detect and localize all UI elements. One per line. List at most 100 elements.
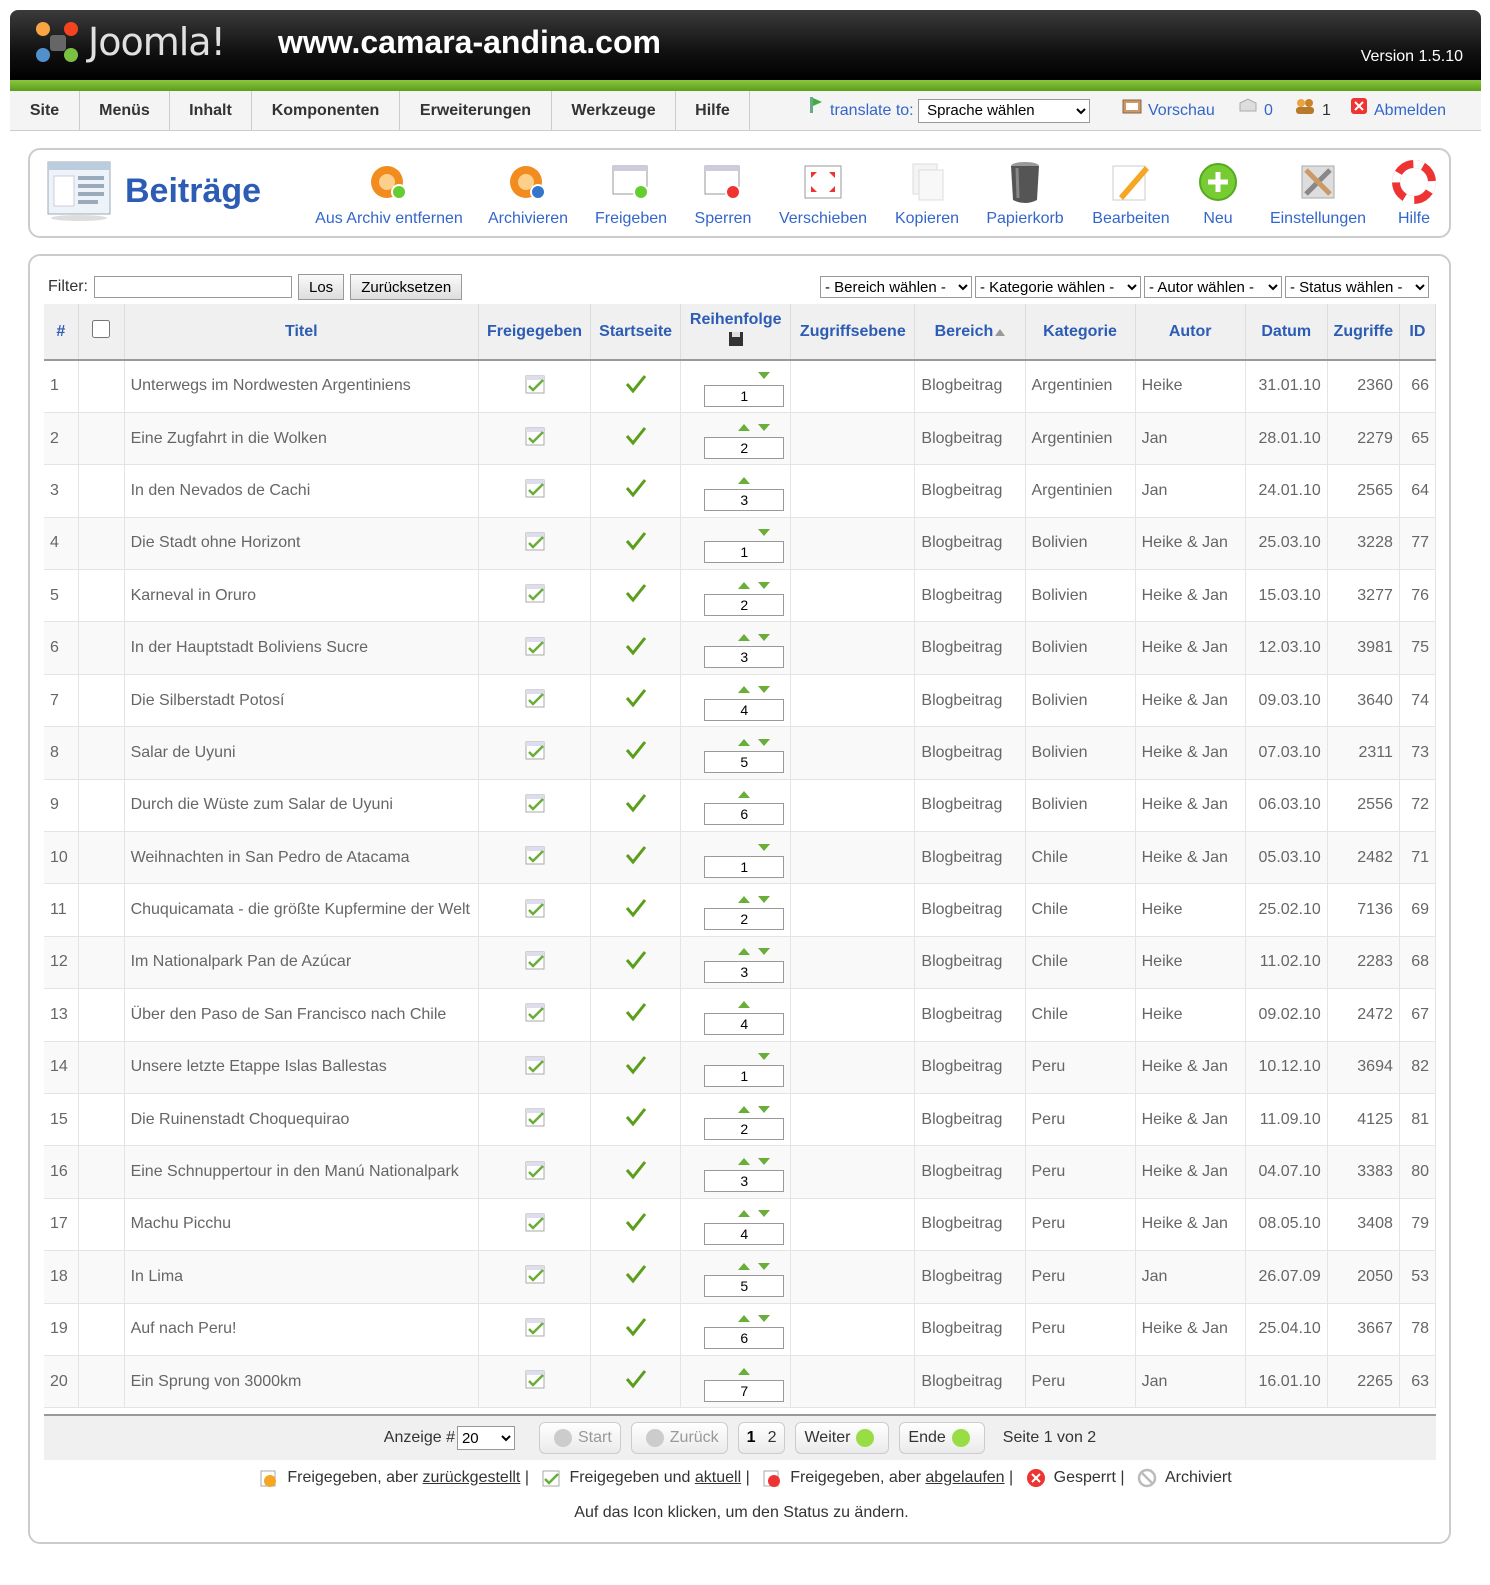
published-toggle[interactable] bbox=[478, 569, 592, 623]
section-link[interactable]: Blogbeitrag bbox=[914, 569, 1026, 623]
author-link[interactable]: Heike & Jan bbox=[1135, 674, 1246, 728]
order-down-icon[interactable] bbox=[758, 1210, 771, 1218]
order-input[interactable]: 2 bbox=[704, 1117, 785, 1140]
article-title-link[interactable]: Weihnachten in San Pedro de Atacama bbox=[124, 831, 479, 885]
author-link[interactable]: Heike bbox=[1135, 360, 1246, 413]
users-online[interactable]: 1 bbox=[1294, 91, 1331, 131]
category-filter-select[interactable]: - Kategorie wählen - bbox=[975, 276, 1141, 298]
frontpage-toggle[interactable] bbox=[590, 1303, 682, 1356]
col-frontpage[interactable]: Startseite bbox=[590, 304, 682, 361]
order-input[interactable]: 1 bbox=[704, 384, 785, 407]
published-toggle[interactable] bbox=[478, 1041, 592, 1094]
published-toggle[interactable] bbox=[478, 1303, 592, 1356]
order-input[interactable]: 6 bbox=[704, 1327, 785, 1350]
author-link[interactable]: Heike & Jan bbox=[1135, 1198, 1246, 1252]
category-link[interactable]: Bolivien bbox=[1025, 517, 1136, 571]
article-title-link[interactable]: Eine Schnuppertour in den Manú Nationalp… bbox=[124, 1145, 479, 1199]
author-link[interactable]: Jan bbox=[1135, 1355, 1246, 1409]
category-link[interactable]: Bolivien bbox=[1025, 726, 1136, 780]
section-link[interactable]: Blogbeitrag bbox=[914, 621, 1026, 675]
section-link[interactable]: Blogbeitrag bbox=[914, 1198, 1026, 1252]
author-link[interactable]: Heike & Jan bbox=[1135, 726, 1246, 780]
section-link[interactable]: Blogbeitrag bbox=[914, 464, 1026, 518]
order-up-icon[interactable] bbox=[738, 424, 751, 432]
col-author[interactable]: Autor bbox=[1135, 304, 1246, 361]
copy-button[interactable]: Kopieren bbox=[892, 158, 962, 228]
article-title-link[interactable]: Karneval in Oruro bbox=[124, 569, 479, 623]
col-access[interactable]: Zugriffsebene bbox=[790, 304, 916, 361]
help-button[interactable]: Hilfe bbox=[1392, 158, 1436, 228]
published-toggle[interactable] bbox=[478, 1250, 592, 1304]
order-input[interactable]: 4 bbox=[704, 1013, 785, 1035]
section-link[interactable]: Blogbeitrag bbox=[914, 726, 1026, 780]
category-link[interactable]: Chile bbox=[1025, 936, 1136, 990]
section-link[interactable]: Blogbeitrag bbox=[914, 1303, 1026, 1356]
published-toggle[interactable] bbox=[478, 1093, 592, 1147]
frontpage-toggle[interactable] bbox=[590, 464, 682, 518]
order-up-icon[interactable] bbox=[738, 1000, 751, 1008]
frontpage-toggle[interactable] bbox=[590, 883, 682, 937]
published-toggle[interactable] bbox=[478, 1198, 592, 1252]
select-all-checkbox[interactable] bbox=[92, 320, 111, 338]
move-button[interactable]: Verschieben bbox=[776, 158, 870, 228]
category-link[interactable]: Argentinien bbox=[1025, 360, 1136, 413]
order-down-icon[interactable] bbox=[758, 1157, 771, 1165]
order-down-icon[interactable] bbox=[758, 843, 771, 851]
trash-button[interactable]: Papierkorb bbox=[984, 158, 1066, 228]
filter-reset-button[interactable]: Zurücksetzen bbox=[350, 274, 463, 300]
category-link[interactable]: Bolivien bbox=[1025, 674, 1136, 728]
section-link[interactable]: Blogbeitrag bbox=[914, 674, 1026, 728]
author-link[interactable]: Heike & Jan bbox=[1135, 1145, 1246, 1199]
order-up-icon[interactable] bbox=[738, 476, 751, 484]
unpublish-button[interactable]: Sperren bbox=[690, 158, 756, 228]
article-title-link[interactable]: Eine Zugfahrt in die Wolken bbox=[124, 412, 479, 466]
article-title-link[interactable]: Salar de Uyuni bbox=[124, 726, 479, 780]
order-up-icon[interactable] bbox=[738, 895, 751, 903]
published-toggle[interactable] bbox=[478, 517, 592, 571]
category-link[interactable]: Argentinien bbox=[1025, 464, 1136, 518]
order-input[interactable]: 6 bbox=[704, 803, 785, 826]
category-link[interactable]: Peru bbox=[1025, 1303, 1136, 1356]
category-link[interactable]: Peru bbox=[1025, 1041, 1136, 1094]
edit-button[interactable]: Bearbeiten bbox=[1088, 158, 1174, 228]
order-up-icon[interactable] bbox=[738, 791, 751, 799]
article-title-link[interactable]: Auf nach Peru! bbox=[124, 1303, 479, 1356]
archive-button[interactable]: Archivieren bbox=[482, 158, 574, 228]
display-limit-select[interactable]: 20 bbox=[456, 1426, 515, 1450]
order-input[interactable]: 3 bbox=[704, 646, 785, 669]
frontpage-toggle[interactable] bbox=[590, 1250, 682, 1304]
messages-count[interactable]: 0 bbox=[1238, 91, 1273, 131]
article-title-link[interactable]: Die Stadt ohne Horizont bbox=[124, 517, 479, 571]
col-id[interactable]: ID bbox=[1399, 304, 1437, 361]
published-toggle[interactable] bbox=[478, 988, 592, 1042]
published-toggle[interactable] bbox=[478, 726, 592, 780]
col-hits[interactable]: Zugriffe bbox=[1327, 304, 1400, 361]
preview-link[interactable]: Vorschau bbox=[1122, 91, 1215, 131]
order-up-icon[interactable] bbox=[738, 1157, 751, 1165]
section-link[interactable]: Blogbeitrag bbox=[914, 779, 1026, 833]
order-down-icon[interactable] bbox=[758, 581, 771, 589]
frontpage-toggle[interactable] bbox=[590, 569, 682, 623]
author-link[interactable]: Jan bbox=[1135, 412, 1246, 466]
logout-link[interactable]: Abmelden bbox=[1350, 91, 1446, 131]
author-link[interactable]: Heike bbox=[1135, 936, 1246, 990]
order-up-icon[interactable] bbox=[738, 948, 751, 956]
col-section[interactable]: Bereich bbox=[914, 304, 1026, 361]
order-up-icon[interactable] bbox=[738, 738, 751, 746]
author-link[interactable]: Heike & Jan bbox=[1135, 621, 1246, 675]
frontpage-toggle[interactable] bbox=[590, 936, 682, 990]
page-prev-button[interactable]: Zurück bbox=[630, 1422, 728, 1454]
article-title-link[interactable]: Im Nationalpark Pan de Azúcar bbox=[124, 936, 479, 990]
frontpage-toggle[interactable] bbox=[590, 674, 682, 728]
frontpage-toggle[interactable] bbox=[590, 726, 682, 780]
order-input[interactable]: 2 bbox=[704, 593, 785, 616]
section-link[interactable]: Blogbeitrag bbox=[914, 1093, 1026, 1147]
author-link[interactable]: Heike & Jan bbox=[1135, 1303, 1246, 1356]
page-start-button[interactable]: Start bbox=[538, 1422, 621, 1454]
category-link[interactable]: Argentinien bbox=[1025, 412, 1136, 466]
menu-site[interactable]: Site bbox=[10, 91, 80, 131]
order-down-icon[interactable] bbox=[758, 634, 771, 642]
order-down-icon[interactable] bbox=[758, 1053, 771, 1061]
article-title-link[interactable]: Machu Picchu bbox=[124, 1198, 479, 1252]
category-link[interactable]: Peru bbox=[1025, 1355, 1136, 1409]
